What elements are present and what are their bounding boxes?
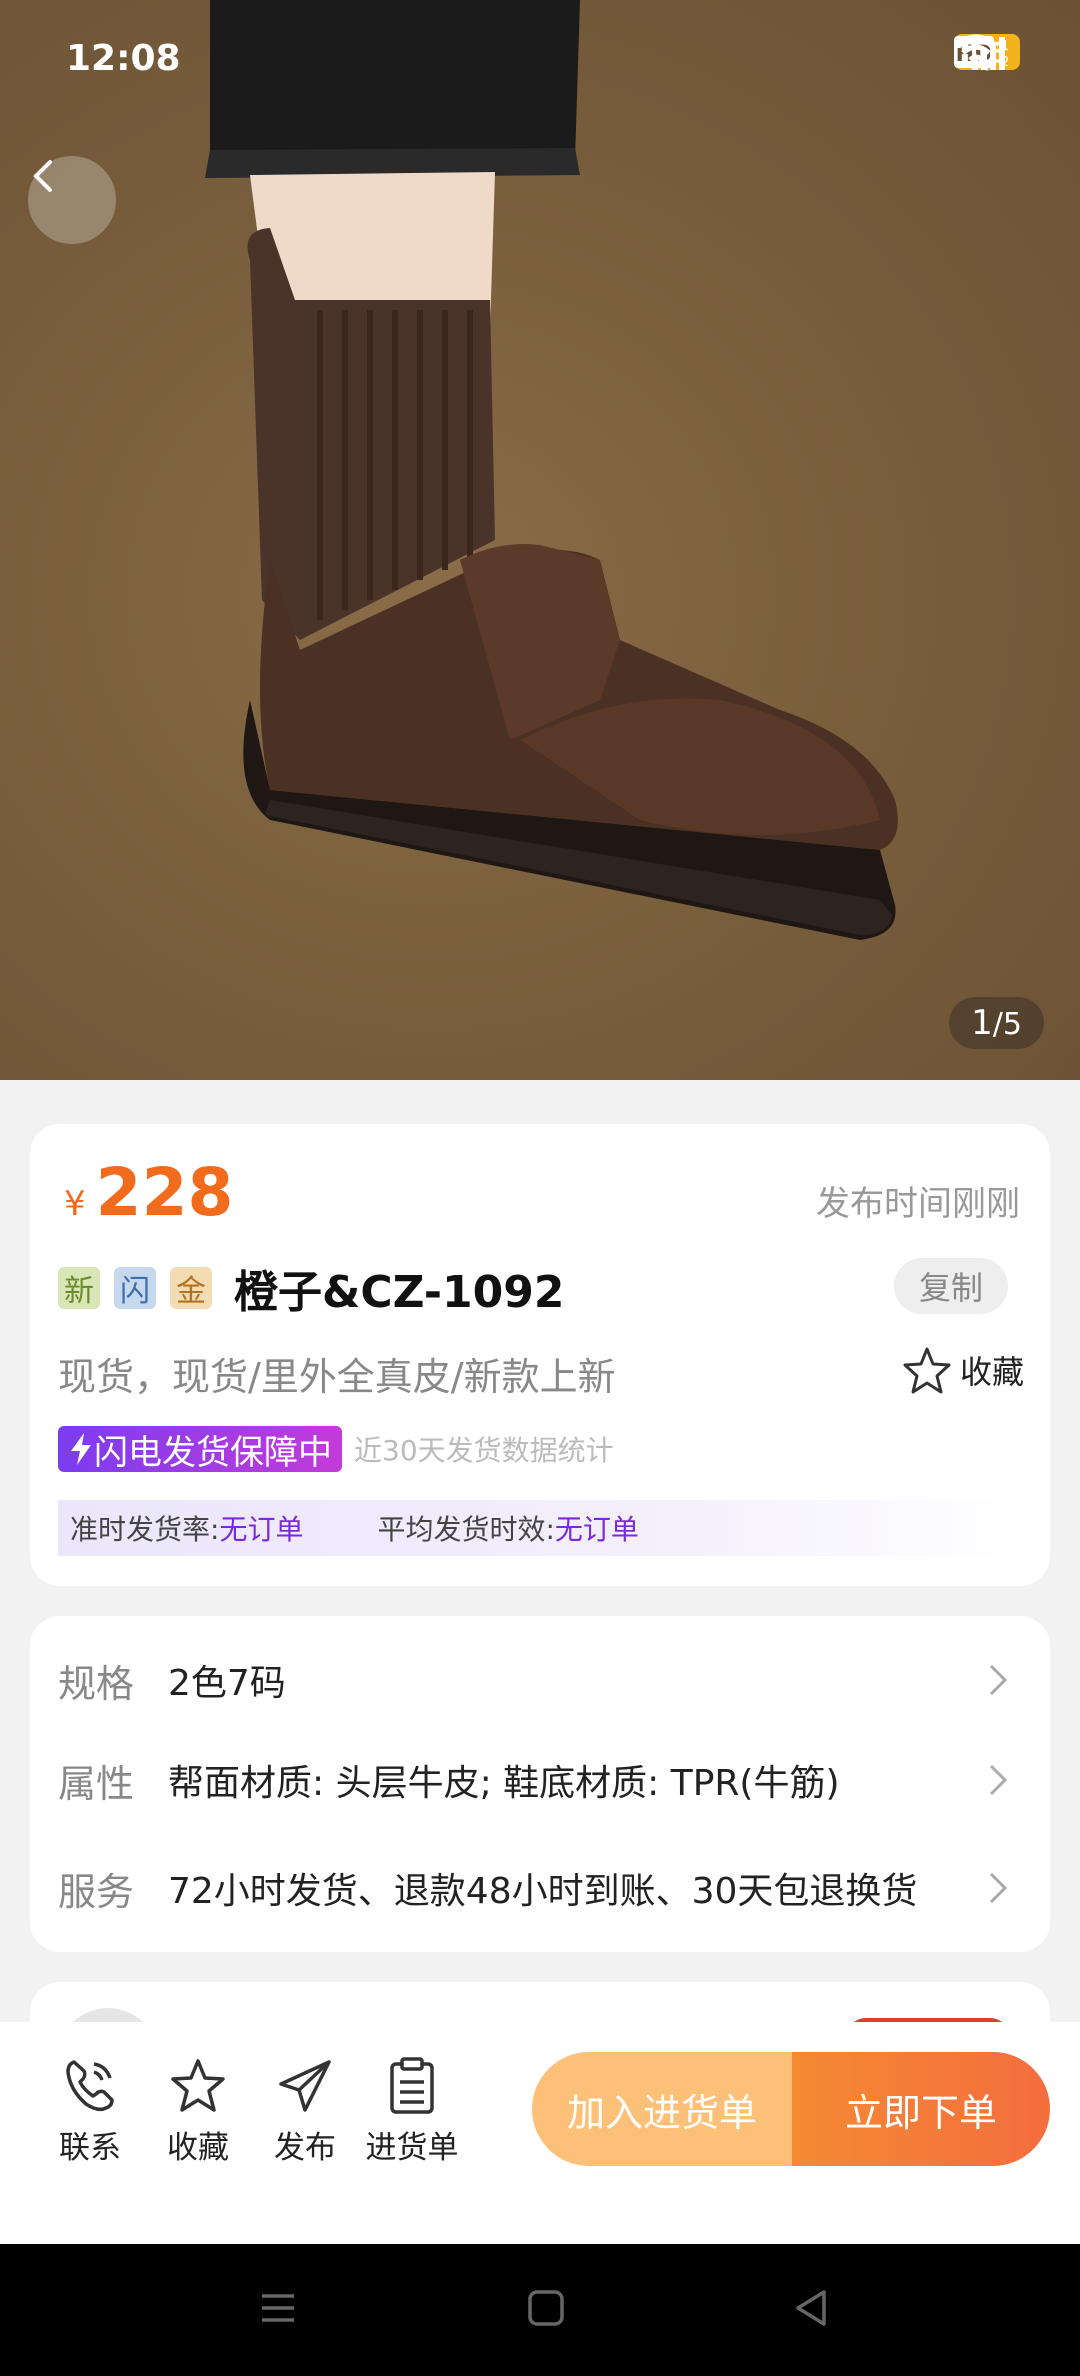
chevron-right-icon xyxy=(989,1764,1008,1796)
favorite-button[interactable]: 收藏 xyxy=(148,2056,248,2167)
svg-text:5G: 5G xyxy=(954,36,975,52)
back-button[interactable] xyxy=(28,156,116,244)
favorite-toggle[interactable]: 收藏 xyxy=(902,1346,1024,1394)
publish-button[interactable]: 发布 xyxy=(255,2056,355,2167)
back-nav-icon[interactable] xyxy=(790,2288,830,2328)
chevron-right-icon xyxy=(989,1872,1008,1904)
spec-value: 72小时发货、退款48小时到账、30天包退换货 xyxy=(168,1871,918,1912)
flash-shipping-badge: 闪电发货保障中 xyxy=(58,1426,342,1473)
lightning-icon xyxy=(71,1433,91,1465)
product-subtitle: 现货，现货/里外全真皮/新款上新 xyxy=(58,1355,616,1399)
currency-symbol: ¥ xyxy=(64,1184,86,1224)
ontime-rate-label: 准时发货率: xyxy=(70,1513,220,1546)
spec-row-size[interactable]: 规格 2色7码 xyxy=(58,1650,1022,1710)
tag-new: 新 xyxy=(58,1267,100,1309)
chevron-right-icon xyxy=(989,1664,1008,1696)
product-price: ¥ 228 xyxy=(64,1154,233,1231)
product-title: 橙子&CZ-1092 xyxy=(234,1267,565,1318)
gallery-total-pages: /5 xyxy=(992,1007,1022,1042)
tag-flash: 闪 xyxy=(114,1267,156,1309)
spec-label: 规格 xyxy=(58,1661,135,1706)
ontime-rate-value: 无订单 xyxy=(219,1513,304,1546)
product-image-gallery[interactable]: 12:08 HD 1 2 5G 5G 1 /5 xyxy=(0,0,1080,1080)
avg-shipping-label: 平均发货时效: xyxy=(377,1513,555,1546)
cart-list-label: 进货单 xyxy=(365,2130,459,2166)
avg-shipping-value: 无订单 xyxy=(554,1513,639,1546)
spec-value: 帮面材质: 头层牛皮; 鞋底材质: TPR(牛筋) xyxy=(168,1763,840,1804)
flash-shipping-label: 闪电发货保障中 xyxy=(94,1432,332,1473)
guarantee-row: 闪电发货保障中 近30天发货数据统计 xyxy=(58,1426,614,1473)
menu-icon[interactable] xyxy=(258,2288,298,2328)
buy-now-button[interactable]: 立即下单 xyxy=(792,2052,1050,2166)
copy-button[interactable]: 复制 xyxy=(894,1258,1008,1314)
cart-list-button[interactable]: 进货单 xyxy=(362,2056,462,2167)
favorite-label: 收藏 xyxy=(959,1353,1024,1391)
contact-button[interactable]: 联系 xyxy=(40,2056,140,2167)
status-icons: HD 1 2 5G 5G 66 xyxy=(954,34,1020,72)
tag-gold: 金 xyxy=(170,1267,212,1309)
shipping-stats-bar: 准时发货率: 无订单 平均发货时效: 无订单 xyxy=(58,1500,1028,1556)
product-info-card: ¥ 228 发布时间刚刚 新 闪 金 橙子&CZ-1092 复制 现货，现货/里… xyxy=(30,1124,1050,1586)
status-time: 12:08 xyxy=(66,38,181,79)
specs-card: 规格 2色7码 属性 帮面材质: 头层牛皮; 鞋底材质: TPR(牛筋) 服务 … xyxy=(30,1616,1050,1952)
price-value: 228 xyxy=(95,1154,234,1231)
send-icon xyxy=(279,2060,331,2112)
clipboard-icon xyxy=(390,2057,434,2114)
title-row: 新 闪 金 橙子&CZ-1092 复制 xyxy=(58,1258,1022,1318)
publish-label: 发布 xyxy=(274,2130,336,2166)
product-photo-boot xyxy=(205,0,898,940)
signal-5g-icon-2: 5G xyxy=(954,36,1005,70)
spec-row-service[interactable]: 服务 72小时发货、退款48小时到账、30天包退换货 xyxy=(58,1858,1022,1918)
spec-label: 属性 xyxy=(58,1761,135,1806)
guarantee-note: 近30天发货数据统计 xyxy=(354,1434,614,1467)
spec-row-attributes[interactable]: 属性 帮面材质: 头层牛皮; 鞋底材质: TPR(牛筋) xyxy=(58,1750,1022,1810)
gallery-current-page: 1 xyxy=(971,1003,993,1043)
star-icon xyxy=(171,2059,225,2112)
publish-time: 发布时间刚刚 xyxy=(816,1184,1020,1224)
bottom-action-bar: 联系 收藏 发布 进货单 加入进货单 立即下单 xyxy=(0,2022,1080,2244)
add-to-cart-button[interactable]: 加入进货单 xyxy=(532,2052,792,2166)
chevron-left-icon xyxy=(33,160,52,192)
contact-label: 联系 xyxy=(59,2130,121,2166)
favorite-label: 收藏 xyxy=(167,2130,229,2166)
gallery-page-indicator: 1 /5 xyxy=(949,997,1044,1049)
status-bar: 12:08 HD 1 2 5G 5G xyxy=(0,0,1080,120)
home-icon[interactable] xyxy=(526,2288,566,2328)
spec-value: 2色7码 xyxy=(168,1663,286,1704)
phone-icon xyxy=(66,2060,114,2112)
spec-label: 服务 xyxy=(58,1869,135,1914)
system-nav-bar xyxy=(0,2244,1080,2376)
star-icon xyxy=(903,1347,951,1394)
